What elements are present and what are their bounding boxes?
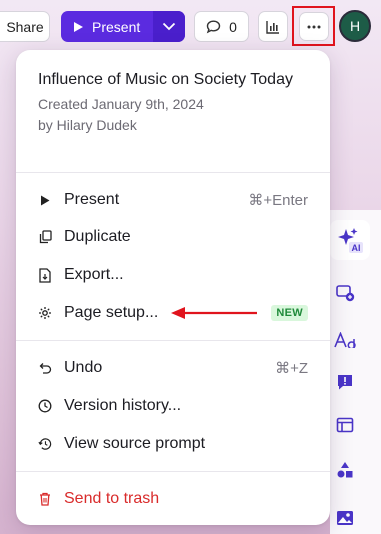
- menu-item-export[interactable]: Export...: [16, 256, 330, 294]
- menu-item-label: Undo: [64, 359, 103, 376]
- chevron-down-icon: [162, 22, 176, 31]
- shapes-button[interactable]: [330, 455, 360, 485]
- shapes-icon: [337, 462, 353, 478]
- annotation-arrow: [171, 307, 257, 319]
- present-main[interactable]: Present: [61, 11, 153, 42]
- doc-author: by Hilary Dudek: [38, 117, 137, 133]
- add-card-button[interactable]: [330, 278, 360, 308]
- undo-icon: [38, 360, 52, 376]
- menu-item-shortcut: ⌘+Z: [275, 360, 308, 377]
- layout-button[interactable]: [330, 410, 360, 440]
- trash-icon: [38, 491, 52, 507]
- top-toolbar: Share Present 0 H: [0, 0, 381, 52]
- menu-item-label: Send to trash: [64, 490, 160, 507]
- menu-doc-info: Influence of Music on Society Today Crea…: [16, 50, 330, 172]
- image-button[interactable]: [330, 503, 360, 533]
- doc-title: Influence of Music on Society Today: [38, 71, 293, 88]
- present-dropdown-button[interactable]: [153, 11, 185, 42]
- menu-item-label: Present: [64, 191, 120, 208]
- new-badge: NEW: [271, 305, 308, 321]
- menu-divider: [16, 172, 330, 173]
- share-label: Share: [6, 18, 44, 35]
- ai-sparkle-icon: AI: [338, 228, 363, 253]
- font-icon: [334, 332, 356, 348]
- history-icon: [38, 436, 52, 452]
- comments-button[interactable]: 0: [194, 11, 249, 42]
- ai-assistant-button[interactable]: AI: [330, 220, 370, 260]
- comment-icon: [206, 19, 221, 33]
- menu-item-view-source-prompt[interactable]: View source prompt: [16, 425, 330, 463]
- duplicate-icon: [38, 229, 52, 245]
- avatar-initial: H: [349, 18, 361, 34]
- share-button[interactable]: Share: [0, 11, 50, 42]
- alert-message-icon: [338, 375, 352, 390]
- annotation-highlight-box: [292, 6, 335, 46]
- menu-item-send-to-trash[interactable]: Send to trash: [16, 480, 330, 518]
- avatar[interactable]: H: [339, 10, 371, 42]
- menu-item-label: Export...: [64, 266, 124, 283]
- menu-item-undo[interactable]: Undo ⌘+Z: [16, 349, 330, 387]
- menu-item-duplicate[interactable]: Duplicate: [16, 218, 330, 256]
- layout-icon: [336, 417, 354, 433]
- gear-icon: [38, 305, 52, 321]
- play-icon: [38, 192, 52, 208]
- analytics-button[interactable]: [258, 11, 288, 42]
- menu-divider: [16, 340, 330, 341]
- menu-divider: [16, 471, 330, 472]
- text-style-button[interactable]: [330, 325, 360, 355]
- add-card-icon: [336, 285, 355, 302]
- menu-item-label: Duplicate: [64, 228, 131, 245]
- menu-item-version-history[interactable]: Version history...: [16, 387, 330, 425]
- doc-created: Created January 9th, 2024: [38, 96, 204, 112]
- clock-icon: [38, 398, 52, 414]
- feedback-button[interactable]: [330, 367, 360, 397]
- menu-item-shortcut: ⌘+Enter: [248, 192, 308, 209]
- image-icon: [337, 511, 353, 525]
- bar-chart-icon: [266, 20, 279, 34]
- menu-item-label: Version history...: [64, 397, 182, 414]
- menu-item-present[interactable]: Present ⌘+Enter: [16, 181, 330, 219]
- present-button[interactable]: Present: [61, 11, 185, 42]
- menu-item-label: View source prompt: [64, 435, 206, 452]
- play-icon: [74, 21, 83, 32]
- export-icon: [38, 267, 52, 283]
- more-options-menu: Influence of Music on Society Today Crea…: [16, 50, 330, 525]
- present-label: Present: [92, 18, 141, 35]
- comment-count: 0: [229, 18, 237, 35]
- ai-label: AI: [352, 243, 361, 253]
